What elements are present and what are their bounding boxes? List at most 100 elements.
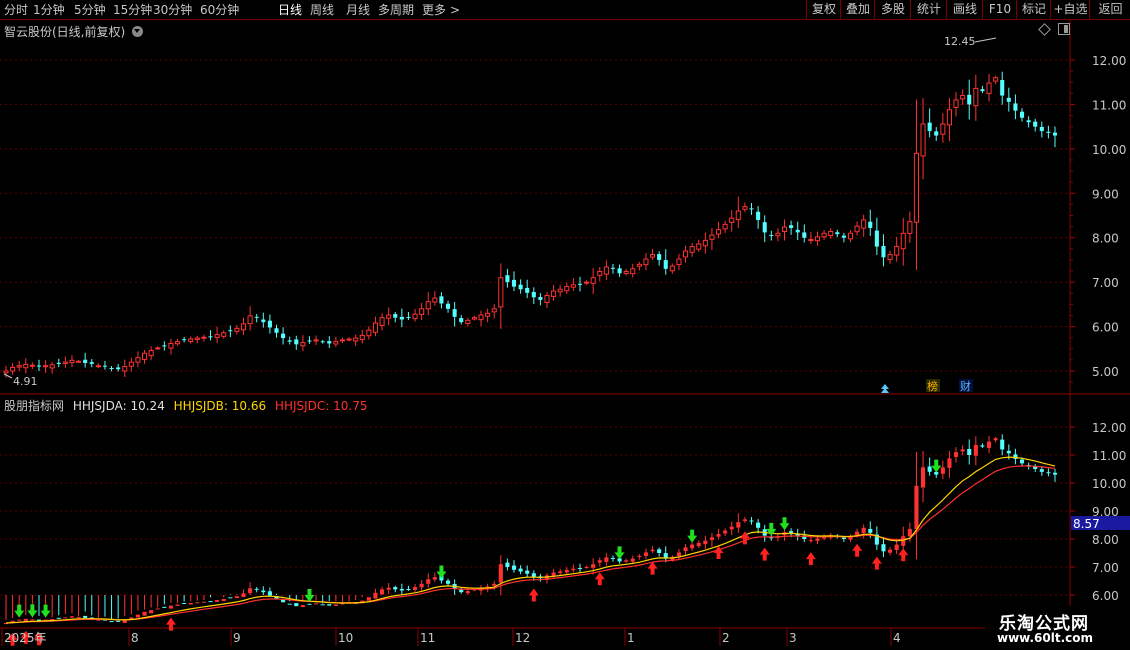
ind-candle-body — [703, 540, 708, 545]
ind-candle-body — [419, 583, 424, 588]
period-tab-9[interactable]: 多周期 — [378, 2, 414, 18]
marker-cai: 财 — [960, 379, 971, 393]
period-tab-6[interactable]: 日线 — [278, 2, 302, 18]
toolbar-button-7[interactable]: +自选 — [1050, 0, 1090, 19]
candles-main — [3, 71, 1058, 378]
ind-candle-body — [901, 536, 906, 546]
time-axis-label: 9 — [233, 631, 241, 645]
ind-candle-body — [287, 603, 292, 605]
period-tab-10[interactable]: 更多 — [422, 2, 446, 18]
watermark-logo: 乐淘公式网 www.60lt.com — [985, 606, 1130, 650]
candle-body — [43, 365, 49, 368]
time-axis-label: 8 — [131, 631, 139, 645]
ind-candle-body — [254, 588, 259, 590]
candle-body — [62, 361, 68, 364]
candle-body — [623, 270, 629, 275]
period-tab-1[interactable]: 1分钟 — [33, 2, 65, 18]
period-tab-7[interactable]: 周线 — [310, 2, 334, 18]
ind-candle-body — [1013, 454, 1018, 459]
period-tab-2[interactable]: 5分钟 — [74, 2, 106, 18]
sell-arrow-icon — [27, 604, 38, 618]
candle-body — [155, 347, 161, 350]
candle-body — [715, 229, 722, 235]
candle-body — [682, 250, 689, 258]
buy-arrow-icon — [759, 547, 770, 561]
candle-body — [663, 260, 668, 269]
ind-candle-body — [531, 573, 536, 577]
toolbar-button-8[interactable]: 返回 — [1089, 0, 1130, 19]
candle-body — [544, 294, 550, 303]
ind-candle-body — [716, 533, 721, 537]
ind-candle-body — [868, 528, 873, 533]
candle-body — [56, 362, 61, 364]
ind-candle-body — [953, 452, 959, 457]
ind-candle-body — [109, 621, 114, 623]
more-arrow-icon[interactable]: > — [450, 2, 460, 18]
candle-body — [789, 225, 794, 228]
ind-candle-body — [980, 445, 985, 447]
candle-body — [228, 330, 233, 332]
period-tab-3[interactable]: 15分钟 — [113, 2, 152, 18]
title-dropdown-icon[interactable] — [132, 26, 144, 37]
candle-body — [900, 232, 906, 250]
ind-candle-body — [967, 448, 972, 455]
sell-arrow-icon — [14, 604, 25, 618]
main-price-tick: 6.00 — [1092, 321, 1119, 335]
candle-body — [531, 292, 536, 298]
ind-candle-body — [577, 568, 583, 570]
candle-body — [102, 365, 108, 367]
candle-body — [425, 301, 431, 310]
candle-body — [339, 339, 346, 342]
candle-body — [835, 232, 840, 235]
toolbar-button-6[interactable]: 标记 — [1016, 0, 1051, 19]
period-tab-5[interactable]: 60分钟 — [200, 2, 239, 18]
ind-candle-body — [248, 588, 253, 594]
ind-candle-body — [294, 603, 299, 607]
period-tab-0[interactable]: 分时 — [4, 2, 28, 18]
ind-candle-body — [650, 549, 655, 552]
toolbar-button-1[interactable]: 叠加 — [840, 0, 875, 19]
candle-body — [927, 122, 932, 132]
toolbar-button-0[interactable]: 复权 — [806, 0, 841, 19]
toolbar-button-2[interactable]: 多股 — [874, 0, 911, 19]
stock-title-text: 智云股份(日线,前复权) — [4, 25, 126, 39]
high-price-label: 12.45 — [944, 35, 976, 48]
ind-candle-body — [624, 560, 629, 562]
ind-candle-body — [511, 565, 517, 570]
sell-arrow-icon — [436, 565, 447, 579]
period-tab-8[interactable]: 月线 — [346, 2, 370, 18]
toolbar-button-4[interactable]: 画线 — [946, 0, 983, 19]
candle-body — [372, 322, 379, 333]
sell-arrow-icon — [614, 546, 625, 560]
candle-body — [1046, 131, 1051, 133]
ind-candle-body — [393, 587, 398, 590]
kline-chart[interactable]: 12.00 11.00 10.00 9.00 8.00 7.00 6.00 5.00 12.00… — [0, 20, 1130, 650]
period-toolbar: 分时 1分钟 5分钟 15分钟 30分钟 60分钟 日线 周线 月线 多周期 更多 > 复权 叠加 多股 统计… — [0, 0, 1130, 20]
candle-body — [240, 323, 247, 331]
candle-body — [465, 319, 471, 325]
panel-toggle-icon[interactable] — [1058, 23, 1070, 35]
period-tab-4[interactable]: 30分钟 — [153, 2, 192, 18]
candle-body — [333, 341, 339, 345]
ind-candle-body — [373, 592, 378, 599]
toolbar-button-3[interactable]: 统计 — [910, 0, 947, 19]
candle-body — [182, 339, 187, 341]
candle-body — [3, 370, 9, 374]
ind-candle-body — [564, 569, 569, 573]
toolbar-button-5[interactable]: F10 — [982, 0, 1017, 19]
candle-body — [174, 341, 181, 345]
candle-body — [76, 360, 82, 363]
candle-body — [234, 327, 240, 332]
indicator-name[interactable]: 股朋指标网 — [4, 399, 64, 413]
ind-candle-body — [327, 604, 332, 606]
ind-candle-body — [973, 444, 978, 456]
candle-body — [735, 210, 741, 221]
candle-body — [142, 352, 148, 360]
candle-body — [980, 89, 985, 92]
ind-candle-body — [56, 617, 61, 619]
time-axis-label: 3 — [789, 631, 797, 645]
main-price-tick: 5.00 — [1092, 365, 1119, 379]
candle-body — [1000, 79, 1005, 96]
candle-body — [960, 95, 966, 100]
ind-candle-body — [571, 568, 576, 571]
